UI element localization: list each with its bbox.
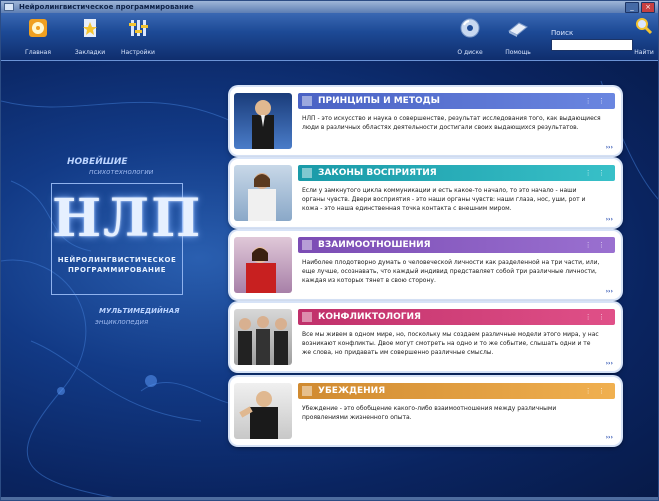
section-card-perception[interactable]: ЗАКОНЫ ВОСПРИЯТИЯ ⋮ ⋮ Если у замкнутого … xyxy=(230,159,621,227)
search-go-button[interactable]: Найти xyxy=(629,17,659,56)
about-disc-button[interactable]: О диске xyxy=(447,17,493,56)
search-go-label: Найти xyxy=(634,49,654,56)
close-button[interactable]: × xyxy=(641,2,655,13)
search-input[interactable] xyxy=(551,39,633,51)
window-controls: _ × xyxy=(625,2,655,13)
section-card-conflictology[interactable]: КОНФЛИКТОЛОГИЯ ⋮ ⋮ Все мы живем в одном … xyxy=(230,303,621,371)
hero-multimedia-1: МУЛЬТИМЕДИЙНАЯ xyxy=(99,307,180,315)
main-area: НОВЕЙШИЕ психотехнологии НЛП НЕЙРОЛИНГВИ… xyxy=(1,61,658,499)
card-photo xyxy=(234,93,292,149)
logo-subtitle-1: НЕЙРОЛИНГВИСТИЧЕСКОЕ xyxy=(57,256,177,264)
section-card-beliefs[interactable]: УБЕЖДЕНИЯ ⋮ ⋮ Убеждение - это обобщение … xyxy=(230,377,621,445)
app-window: Нейролингвистическое программирование _ … xyxy=(0,0,659,501)
card-description: Все мы живем в одном мире, но, поскольку… xyxy=(302,331,599,356)
card-title: УБЕЖДЕНИЯ xyxy=(318,386,386,396)
settings-icon xyxy=(127,17,149,39)
status-bar xyxy=(1,497,658,500)
card-description: Убеждение - это обобщение какого-либо вз… xyxy=(302,405,557,421)
section-card-relationships[interactable]: ВЗАИМООТНОШЕНИЯ ⋮ ⋮ Наиболее плодотворно… xyxy=(230,231,621,299)
card-photo xyxy=(234,165,292,221)
card-more-link[interactable]: ››› xyxy=(606,216,613,223)
card-title: КОНФЛИКТОЛОГИЯ xyxy=(318,312,421,322)
cd-icon xyxy=(459,17,481,39)
logo-subtitle-2: ПРОГРАММИРОВАНИЕ xyxy=(67,266,167,274)
help-button[interactable]: Помощь xyxy=(495,17,541,56)
card-photo xyxy=(234,309,292,365)
card-title: ВЗАИМООТНОШЕНИЯ xyxy=(318,240,431,250)
card-more-link[interactable]: ››› xyxy=(606,144,613,151)
search-label: Поиск xyxy=(551,29,574,37)
card-more-link[interactable]: ››› xyxy=(606,360,613,367)
card-photo xyxy=(234,237,292,293)
card-title: ПРИНЦИПЫ И МЕТОДЫ xyxy=(318,96,440,106)
home-button[interactable]: Главная xyxy=(15,17,61,56)
card-description: НЛП - это искусство и наука о совершенст… xyxy=(302,115,601,131)
settings-label: Настройки xyxy=(121,49,155,56)
magnifier-icon xyxy=(635,17,653,35)
home-disc-icon xyxy=(27,17,49,39)
minimize-button[interactable]: _ xyxy=(625,2,639,13)
card-header: ВЗАИМООТНОШЕНИЯ ⋮ ⋮ xyxy=(298,237,615,253)
bookmark-star-icon xyxy=(79,17,101,39)
hero-multimedia-2: энциклопедия xyxy=(95,318,149,326)
card-title: ЗАКОНЫ ВОСПРИЯТИЯ xyxy=(318,168,437,178)
help-book-icon xyxy=(507,17,529,39)
card-more-link[interactable]: ››› xyxy=(606,288,613,295)
card-header: ПРИНЦИПЫ И МЕТОДЫ ⋮ ⋮ xyxy=(298,93,615,109)
app-icon xyxy=(4,3,14,11)
card-header: ЗАКОНЫ ВОСПРИЯТИЯ ⋮ ⋮ xyxy=(298,165,615,181)
section-card-principles[interactable]: ПРИНЦИПЫ И МЕТОДЫ ⋮ ⋮ НЛП - это искусств… xyxy=(230,87,621,155)
toolbar: Главная Закладки Настройки О диске Помощ… xyxy=(1,13,658,61)
card-photo xyxy=(234,383,292,439)
card-header: УБЕЖДЕНИЯ ⋮ ⋮ xyxy=(298,383,615,399)
home-label: Главная xyxy=(25,49,51,56)
card-description: Если у замкнутого цикла коммуникации и е… xyxy=(302,187,586,212)
card-description: Наиболее плодотворно думать о человеческ… xyxy=(302,259,600,284)
card-header: КОНФЛИКТОЛОГИЯ ⋮ ⋮ xyxy=(298,309,615,325)
hero-tagline-1: НОВЕЙШИЕ xyxy=(67,157,128,167)
card-more-link[interactable]: ››› xyxy=(606,434,613,441)
about-disc-label: О диске xyxy=(457,49,483,56)
hero-tagline-2: психотехнологии xyxy=(89,168,154,176)
window-title: Нейролингвистическое программирование xyxy=(19,3,194,11)
bookmarks-button[interactable]: Закладки xyxy=(67,17,113,56)
bookmarks-label: Закладки xyxy=(74,49,106,56)
nlp-logo: НЛП НЕЙРОЛИНГВИСТИЧЕСКОЕ ПРОГРАММИРОВАНИ… xyxy=(51,183,203,295)
settings-button[interactable]: Настройки xyxy=(115,17,161,56)
logo-title: НЛП xyxy=(52,188,203,249)
help-label: Помощь xyxy=(505,49,531,56)
